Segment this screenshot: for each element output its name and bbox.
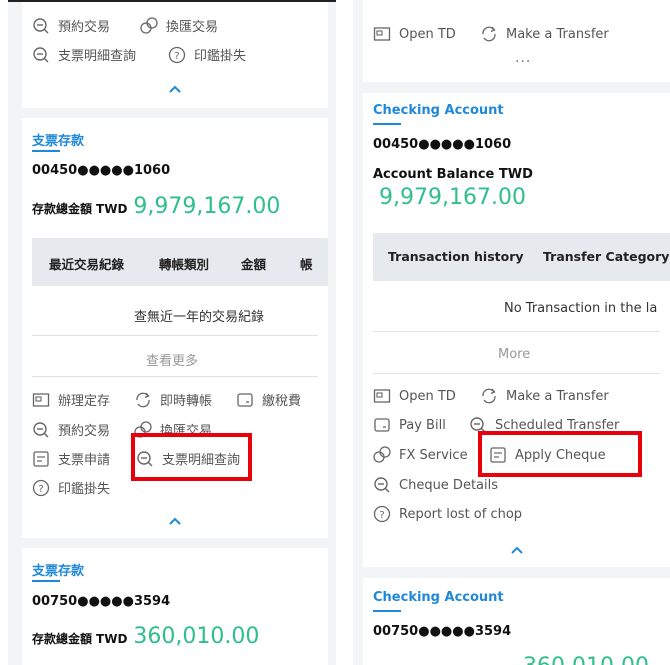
make-transfer-action[interactable]: Make a Transfer (480, 387, 609, 405)
balance-label: 存款總金額 (32, 632, 93, 646)
divider (373, 331, 660, 332)
no-transaction-message: 查無近一年的交易紀錄 (134, 310, 265, 325)
balance-label: Account Balance TWD (373, 167, 533, 182)
pay-tax-action[interactable]: 繳稅費 (236, 390, 301, 409)
bill-icon (373, 416, 391, 434)
account-number: 00450●●●●●1060 (373, 137, 512, 152)
report-lost-chop-action[interactable]: ? 印鑑掛失 (32, 478, 110, 497)
col-header-account: 帳 (300, 257, 313, 272)
checking-account-card-2: 支票存款 00750●●●●●3594 存款總金額 TWD 360,010.00 (22, 548, 328, 665)
balance-line: 存款總金額 TWD 360,010.00 (32, 624, 259, 649)
fx-exchange-icon (140, 16, 158, 35)
title-underline (32, 580, 60, 582)
col-header-recent: 最近交易紀錄 (49, 257, 125, 272)
question-circle-icon: ? (373, 505, 391, 523)
question-circle-icon: ? (168, 46, 186, 64)
search-icon (32, 46, 50, 64)
report-lost-chop-action[interactable]: ? 印鑑掛失 (168, 45, 246, 64)
cheque-details-action[interactable]: Cheque Details (373, 476, 498, 494)
col-header-category: Transfer Category (543, 249, 670, 264)
chevron-up-icon[interactable] (168, 84, 182, 94)
highlight-box (131, 433, 252, 481)
balance-amount-partial: 360,010.00 (523, 654, 649, 665)
checking-account-card-2: Checking Account 00750●●●●●3594 360,010.… (363, 578, 670, 665)
divider (32, 335, 318, 336)
make-transfer-action[interactable]: Make a Transfer (480, 25, 609, 43)
account-type-title[interactable]: Checking Account (373, 590, 504, 605)
svg-text:?: ? (379, 510, 384, 521)
account-number: 00450●●●●●1060 (32, 163, 171, 178)
top-account-card: Open TD Make a Transfer ... (363, 0, 670, 82)
pay-bill-action[interactable]: Pay Bill (373, 416, 446, 434)
balance-label: 存款總金額 (32, 202, 93, 216)
col-header-category: 轉帳類別 (159, 257, 210, 272)
title-underline (373, 123, 401, 125)
no-transaction-message: No Transaction in the la (504, 301, 658, 316)
scheduled-transaction-action[interactable]: 預約交易 (32, 16, 110, 35)
open-td-action[interactable]: Open TD (373, 25, 456, 43)
cheque-icon (32, 450, 50, 468)
currency-label: TWD (96, 202, 128, 216)
deposit-icon (373, 387, 391, 405)
transfer-icon (134, 391, 152, 409)
transaction-table-header: Transaction history Transfer Category (373, 233, 670, 281)
col-header-amount: 金額 (241, 257, 267, 272)
left-panel-chinese: 預約交易 換匯交易 支票明細查詢 ? 印鑑掛失 支票存款 00450●●●●●1… (8, 0, 336, 665)
more-link[interactable]: More (498, 347, 530, 362)
search-icon (32, 17, 50, 35)
bill-icon (236, 391, 254, 409)
divider (373, 373, 660, 374)
right-panel-english: Open TD Make a Transfer ... Checking Acc… (353, 0, 670, 665)
more-actions-ellipsis[interactable]: ... (515, 50, 531, 66)
svg-text:?: ? (174, 51, 179, 62)
account-number: 00750●●●●●3594 (32, 594, 171, 609)
open-td-action[interactable]: 辦理定存 (32, 390, 110, 409)
title-underline (373, 610, 401, 612)
apply-cheque-action[interactable]: 支票申請 (32, 449, 110, 468)
title-underline (32, 150, 60, 152)
svg-text:?: ? (38, 484, 43, 495)
checking-account-card-1: Checking Account 00450●●●●●1060 Account … (363, 93, 670, 567)
question-circle-icon: ? (32, 479, 50, 497)
fx-exchange-icon (373, 446, 391, 464)
transfer-icon (480, 25, 498, 43)
col-header-history: Transaction history (388, 249, 524, 264)
account-type-title[interactable]: 支票存款 (32, 130, 84, 149)
divider (32, 376, 318, 377)
deposit-icon (32, 391, 50, 409)
search-icon (32, 421, 50, 439)
open-td-action[interactable]: Open TD (373, 387, 456, 405)
top-account-card: 預約交易 換匯交易 支票明細查詢 ? 印鑑掛失 (22, 2, 328, 108)
balance-amount: 9,979,167.00 (133, 194, 281, 219)
transfer-icon (480, 387, 498, 405)
search-icon (373, 476, 391, 494)
cheque-details-action[interactable]: 支票明細查詢 (32, 45, 136, 64)
chevron-up-icon[interactable] (510, 545, 524, 555)
report-lost-chop-action[interactable]: ? Report lost of chop (373, 505, 522, 523)
balance-amount: 360,010.00 (133, 624, 260, 649)
deposit-icon (373, 25, 391, 43)
highlight-box (478, 431, 642, 477)
account-type-title[interactable]: Checking Account (373, 103, 504, 118)
account-number: 00750●●●●●3594 (373, 624, 512, 639)
balance-amount: 9,979,167.00 (379, 185, 526, 210)
fx-exchange-action[interactable]: 換匯交易 (140, 16, 218, 35)
fx-service-action[interactable]: FX Service (373, 446, 468, 464)
balance-line: 存款總金額 TWD 9,979,167.00 (32, 194, 280, 219)
instant-transfer-action[interactable]: 即時轉帳 (134, 390, 212, 409)
more-link[interactable]: 查看更多 (146, 350, 198, 369)
currency-label: TWD (96, 632, 128, 646)
chevron-up-icon[interactable] (168, 516, 182, 526)
scheduled-transaction-action[interactable]: 預約交易 (32, 420, 110, 439)
account-type-title[interactable]: 支票存款 (32, 560, 84, 579)
transaction-table-header: 最近交易紀錄 轉帳類別 金額 帳 (32, 238, 328, 286)
checking-account-card-1: 支票存款 00450●●●●●1060 存款總金額 TWD 9,979,167.… (22, 118, 328, 538)
